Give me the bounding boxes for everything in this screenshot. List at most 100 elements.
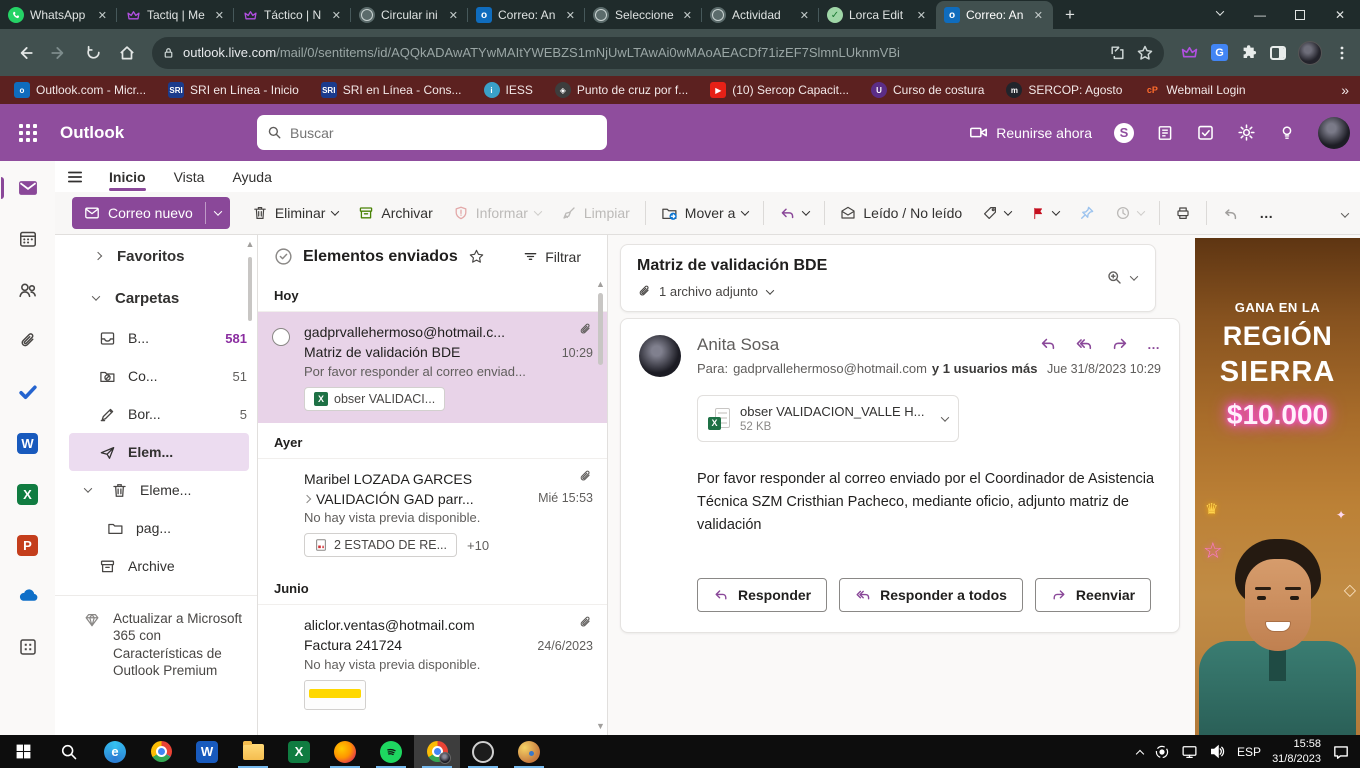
taskbar-obs-icon[interactable] (460, 735, 506, 768)
action-center-icon[interactable] (1332, 743, 1350, 761)
tactiq-extension-icon[interactable] (1180, 43, 1199, 62)
rail-calendar-icon[interactable] (11, 224, 45, 254)
browser-tab-seleccione[interactable]: Seleccione ✕ (585, 1, 702, 29)
tray-expand-icon[interactable] (1136, 749, 1144, 757)
undo-button[interactable] (1212, 196, 1249, 230)
ribbon-tab-vista[interactable]: Vista (160, 162, 219, 192)
pin-button[interactable] (1069, 196, 1105, 230)
folder-pane-toggle-icon[interactable] (55, 162, 95, 192)
attachment-card[interactable]: X obser VALIDACION_VALLE H... 52 KB (697, 395, 959, 442)
bookmark-curso-costura[interactable]: UCurso de costura (871, 82, 984, 98)
folder-deleted-items[interactable]: Eleme... (55, 471, 257, 509)
tab-search-icon[interactable] (1200, 0, 1240, 29)
window-minimize-button[interactable]: — (1240, 0, 1280, 29)
browser-menu-icon[interactable] (1334, 45, 1350, 61)
taskbar-edge-icon[interactable]: e (92, 735, 138, 768)
attachments-summary[interactable]: 1 archivo adjunto (637, 284, 1139, 299)
tab-close-icon[interactable]: ✕ (330, 9, 343, 22)
folder-drafts[interactable]: Bor...5 (55, 395, 257, 433)
print-button[interactable] (1165, 196, 1201, 230)
message-list-scrollbar[interactable]: ▲ ▼ (595, 277, 606, 733)
tab-close-icon[interactable]: ✕ (798, 9, 811, 22)
start-button[interactable] (0, 735, 46, 768)
bookmark-punto-de-cruz[interactable]: ◈Punto de cruz por f... (555, 82, 688, 98)
tab-close-icon[interactable]: ✕ (915, 9, 928, 22)
tips-lightbulb-icon[interactable] (1278, 124, 1296, 142)
folder-inbox[interactable]: B...581 (55, 319, 257, 357)
attachment-chip[interactable]: 2 ESTADO DE RE... (304, 533, 457, 557)
folder-sent-items[interactable]: Elem... (69, 433, 249, 471)
extensions-puzzle-icon[interactable] (1240, 44, 1258, 62)
side-panel-icon[interactable] (1270, 46, 1286, 60)
new-mail-button[interactable]: Correo nuevo (72, 197, 230, 229)
bookmark-webmail[interactable]: cPWebmail Login (1144, 82, 1245, 98)
sender-avatar[interactable] (639, 335, 681, 377)
move-to-button[interactable]: Mover a (651, 196, 759, 230)
taskbar-file-explorer-icon[interactable] (230, 735, 276, 768)
account-avatar[interactable] (1318, 117, 1350, 149)
bookmark-sri-inicio[interactable]: SRISRI en Línea - Inicio (168, 82, 299, 98)
rail-powerpoint-icon[interactable]: P (11, 530, 45, 560)
bookmark-star-icon[interactable] (1136, 44, 1154, 62)
tray-app-icon[interactable] (1154, 744, 1170, 760)
browser-profile-avatar[interactable] (1298, 41, 1322, 65)
email-item[interactable]: aliclor.ventas@hotmail.com Factura 24172… (258, 604, 607, 722)
folders-header[interactable]: Carpetas (55, 277, 257, 319)
language-indicator[interactable]: ESP (1237, 745, 1261, 759)
window-close-button[interactable]: ✕ (1320, 0, 1360, 29)
collapse-ribbon-icon[interactable] (1342, 206, 1348, 221)
bookmark-sercop-moodle[interactable]: mSERCOP: Agosto (1006, 82, 1122, 98)
meet-now-button[interactable]: Reunirse ahora (969, 123, 1092, 142)
rail-onedrive-icon[interactable] (11, 581, 45, 611)
more-attachments-count[interactable]: +10 (467, 538, 489, 553)
filter-button[interactable]: Filtrar (523, 249, 581, 265)
rail-word-icon[interactable]: W (11, 428, 45, 458)
app-launcher-icon[interactable] (4, 109, 52, 157)
reply-button-toolbar[interactable] (769, 196, 819, 230)
taskbar-excel-icon[interactable]: X (276, 735, 322, 768)
more-commands-icon[interactable]: … (1249, 196, 1284, 230)
select-all-icon[interactable] (274, 247, 293, 266)
folder-junk[interactable]: Co...51 (55, 357, 257, 395)
tab-close-icon[interactable]: ✕ (1032, 9, 1045, 22)
bookmark-iess[interactable]: iIESS (484, 82, 533, 98)
tab-close-icon[interactable]: ✕ (681, 9, 694, 22)
archive-button[interactable]: Archivar (348, 196, 442, 230)
delete-button[interactable]: Eliminar (242, 196, 349, 230)
address-bar[interactable]: outlook.live.com/mail/0/sentitems/id/AQQ… (152, 37, 1164, 69)
rail-more-apps-icon[interactable] (11, 632, 45, 662)
bookmark-outlook[interactable]: oOutlook.com - Micr... (14, 82, 146, 98)
browser-tab-tactico[interactable]: Táctico | N ✕ (234, 1, 351, 29)
rail-people-icon[interactable] (11, 275, 45, 305)
forward-button[interactable]: Reenviar (1035, 578, 1151, 612)
taskbar-clock[interactable]: 15:58 31/8/2023 (1272, 737, 1321, 766)
rail-excel-icon[interactable]: X (11, 479, 45, 509)
tab-close-icon[interactable]: ✕ (447, 9, 460, 22)
volume-icon[interactable] (1209, 743, 1226, 760)
feed-icon[interactable] (1156, 124, 1174, 142)
todo-icon[interactable] (1196, 123, 1215, 142)
network-icon[interactable] (1181, 743, 1198, 760)
reload-icon[interactable] (78, 38, 108, 68)
back-icon[interactable] (10, 38, 40, 68)
ad-banner[interactable]: GANA EN LA REGIÓN SIERRA $10.000 ♛ ✦ ☆ ◇ (1195, 238, 1360, 735)
favorites-header[interactable]: Favoritos (55, 235, 257, 277)
rail-attachments-icon[interactable] (11, 326, 45, 356)
taskbar-word-icon[interactable]: W (184, 735, 230, 768)
rail-mail-icon[interactable] (11, 173, 45, 203)
sweep-button[interactable]: Limpiar (551, 196, 640, 230)
attachment-options-icon[interactable] (941, 413, 949, 421)
read-unread-button[interactable]: Leído / No leído (830, 196, 972, 230)
group-header-junio[interactable]: Junio (258, 569, 607, 604)
taskbar-firefox-icon[interactable] (322, 735, 368, 768)
new-mail-dropdown-icon[interactable] (206, 197, 230, 229)
forward-icon[interactable] (44, 38, 74, 68)
translate-extension-icon[interactable]: G (1211, 44, 1228, 61)
email-item-selected[interactable]: gadprvallehermoso@hotmail.c... Matriz de… (258, 311, 607, 423)
message-more-icon[interactable]: … (1147, 337, 1161, 352)
zoom-message-control[interactable] (1106, 269, 1137, 286)
recipients-line[interactable]: Para: gadprvallehermoso@hotmail.com y 1 … (697, 361, 1161, 376)
reply-button[interactable]: Responder (697, 578, 827, 612)
favorite-star-icon[interactable] (468, 248, 485, 265)
home-icon[interactable] (112, 38, 142, 68)
